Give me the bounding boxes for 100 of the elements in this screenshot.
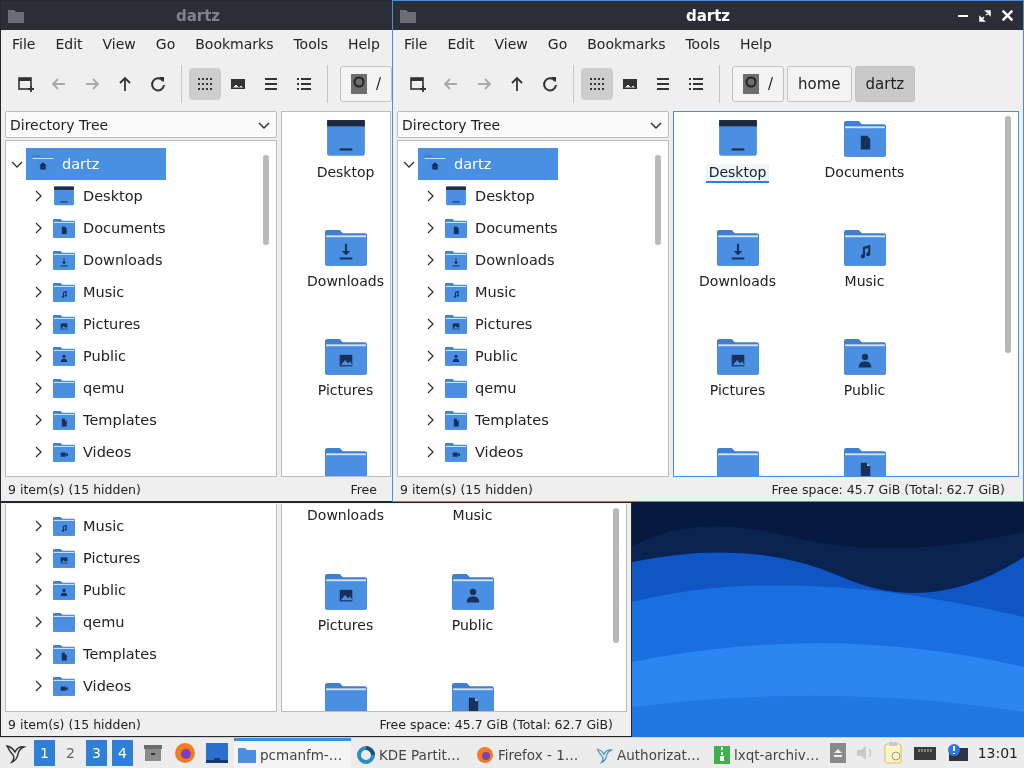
file-name[interactable]: Downloads bbox=[696, 272, 779, 292]
tree-item[interactable]: Desktop bbox=[439, 180, 579, 212]
scrollbar-thumb[interactable] bbox=[613, 508, 619, 643]
workspace-button[interactable]: 1 bbox=[34, 740, 55, 766]
tree-item[interactable]: Desktop bbox=[47, 180, 187, 212]
tree-item[interactable]: Templates bbox=[439, 404, 579, 436]
menu-item[interactable]: Edit bbox=[45, 36, 93, 52]
menu-item[interactable]: View bbox=[92, 36, 146, 52]
tree-item[interactable]: Pictures bbox=[439, 308, 579, 340]
download-folder-icon bbox=[445, 250, 467, 270]
tree-item[interactable]: Public bbox=[47, 574, 187, 606]
image-folder-icon bbox=[53, 548, 75, 568]
side-pane-dropdown[interactable]: Directory Tree bbox=[397, 111, 669, 138]
file-name[interactable]: Pictures bbox=[314, 381, 377, 401]
task-button[interactable]: lxqt-archiv… bbox=[710, 738, 827, 768]
eject-icon[interactable] bbox=[829, 743, 846, 763]
tree-item[interactable]: qemu bbox=[47, 606, 187, 638]
workspace-button[interactable]: 3 bbox=[86, 740, 107, 766]
path-button[interactable]: / bbox=[732, 66, 785, 102]
clock[interactable]: 13:01 bbox=[977, 745, 1018, 761]
tree-item[interactable]: Videos bbox=[47, 436, 187, 468]
menu-item[interactable]: Help bbox=[337, 36, 390, 52]
tree-item[interactable]: Music bbox=[47, 276, 187, 308]
folder-icon bbox=[8, 8, 24, 23]
item-count: 9 item(s) (15 hidden) bbox=[8, 481, 141, 497]
side-pane-dropdown[interactable]: Directory Tree bbox=[5, 111, 277, 138]
scrollbar-thumb[interactable] bbox=[655, 155, 661, 245]
tree-item[interactable]: Downloads bbox=[439, 244, 579, 276]
clipboard-icon[interactable] bbox=[883, 742, 904, 764]
document-folder-icon bbox=[53, 218, 75, 238]
file-name[interactable]: Public bbox=[448, 616, 497, 636]
list-icon bbox=[262, 75, 280, 93]
folder-icon bbox=[445, 378, 467, 398]
workspace-button[interactable]: 2 bbox=[60, 740, 81, 766]
file-name[interactable]: Desktop bbox=[705, 163, 770, 183]
list-icon bbox=[687, 75, 705, 93]
tree-item[interactable]: Public bbox=[439, 340, 579, 372]
tree-item[interactable]: Templates bbox=[47, 404, 187, 436]
home-folder-icon bbox=[424, 154, 446, 174]
file-name[interactable]: Music bbox=[449, 507, 496, 526]
path-button[interactable]: dartz bbox=[854, 66, 916, 102]
tree-item[interactable]: Templates bbox=[47, 638, 187, 670]
menu-item[interactable]: Bookmarks bbox=[185, 36, 284, 52]
minimize-icon bbox=[958, 14, 968, 17]
task-button[interactable]: Firefox - 1… bbox=[472, 738, 589, 768]
notification-icon[interactable] bbox=[945, 743, 968, 763]
desktop-icon bbox=[445, 186, 467, 206]
file-name[interactable]: Music bbox=[841, 272, 888, 292]
tree-item[interactable]: Downloads bbox=[47, 244, 187, 276]
menu-item[interactable]: File bbox=[2, 36, 46, 52]
menu-item[interactable]: Edit bbox=[437, 36, 485, 52]
bird-icon[interactable] bbox=[4, 742, 26, 764]
free-space: Free space: 45.7 GiB (Total: 62.7 GiB) bbox=[771, 481, 1005, 497]
menu-item[interactable]: File bbox=[394, 36, 438, 52]
scrollbar-thumb[interactable] bbox=[263, 155, 269, 245]
tree-item[interactable]: qemu bbox=[47, 372, 187, 404]
tree-item[interactable]: Public bbox=[47, 340, 187, 372]
tree-item[interactable]: Music bbox=[439, 276, 579, 308]
tree-item[interactable]: Videos bbox=[439, 436, 579, 468]
tree-item[interactable]: Videos bbox=[47, 670, 187, 702]
image-folder-icon bbox=[53, 314, 75, 334]
menu-item[interactable]: Tools bbox=[675, 36, 730, 52]
list-icon bbox=[295, 75, 313, 93]
path-button[interactable]: home bbox=[787, 66, 852, 102]
list-icon bbox=[654, 75, 672, 93]
network-icon[interactable] bbox=[913, 745, 936, 761]
file-name[interactable]: Desktop bbox=[313, 163, 378, 183]
file-name[interactable]: Documents bbox=[821, 163, 908, 183]
menu-item[interactable]: Tools bbox=[283, 36, 338, 52]
task-button[interactable]: pcmanfm-… bbox=[234, 738, 351, 768]
task-button[interactable]: Authorizat… bbox=[591, 738, 708, 768]
tree-item[interactable]: Documents bbox=[47, 212, 187, 244]
file-name[interactable]: Downloads bbox=[304, 272, 387, 292]
tree-item[interactable]: Music bbox=[47, 510, 187, 542]
drive-icon bbox=[351, 74, 367, 94]
file-name[interactable]: Pictures bbox=[314, 616, 377, 636]
tree-item[interactable]: Pictures bbox=[47, 308, 187, 340]
tree-item[interactable]: Pictures bbox=[47, 542, 187, 574]
ring-icon bbox=[357, 745, 375, 764]
icon-view-button[interactable] bbox=[189, 68, 221, 100]
file-name[interactable]: Public bbox=[840, 381, 889, 401]
workspace-button[interactable]: 4 bbox=[112, 740, 133, 766]
task-button[interactable]: KDE Partit… bbox=[353, 738, 470, 768]
path-button[interactable]: / bbox=[340, 66, 393, 102]
tree-item[interactable]: Documents bbox=[439, 212, 579, 244]
image-folder-icon bbox=[716, 337, 759, 375]
tree-item[interactable]: qemu bbox=[439, 372, 579, 404]
menu-item[interactable]: Go bbox=[537, 36, 578, 52]
image-folder-icon bbox=[445, 314, 467, 334]
menu-item[interactable]: Go bbox=[145, 36, 186, 52]
scrollbar-thumb[interactable] bbox=[1005, 116, 1011, 353]
file-name[interactable]: Pictures bbox=[706, 381, 769, 401]
home-folder-icon bbox=[32, 154, 54, 174]
document-folder-icon bbox=[445, 218, 467, 238]
menu-item[interactable]: View bbox=[484, 36, 538, 52]
menu-item[interactable]: Bookmarks bbox=[577, 36, 676, 52]
bird-icon bbox=[595, 745, 613, 764]
file-name[interactable]: Downloads bbox=[304, 507, 387, 526]
menu-item[interactable]: Help bbox=[729, 36, 782, 52]
icon-view-button[interactable] bbox=[581, 68, 613, 100]
